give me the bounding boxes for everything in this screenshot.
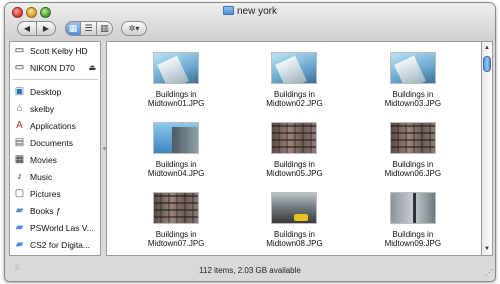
sidebar-item-label: Pictures: [30, 188, 61, 199]
gear-icon: ✲▾: [128, 24, 140, 33]
icon-view-icon: ▦: [68, 23, 78, 33]
file-name: Buildings in Midtown02.JPG: [266, 90, 323, 108]
sidebar-item-label: Scott Kelby HD: [30, 45, 88, 56]
icon-grid: Buildings in Midtown01.JPG Buildings in Mi…: [117, 52, 472, 252]
back-arrow-icon: ◀: [23, 24, 31, 33]
camera-card-icon: ▭: [14, 62, 25, 73]
column-view-icon: ▥: [100, 23, 109, 33]
file-item[interactable]: Buildings in Midtown02.JPG: [235, 52, 353, 112]
sidebar-item-label: Music: [30, 171, 53, 182]
sidebar-item-skelby[interactable]: ⌂ skelby: [10, 100, 100, 117]
file-item[interactable]: Buildings in Midtown07.JPG: [117, 192, 235, 252]
sidebar-item-label: PSWorld Las V...: [30, 222, 94, 233]
file-name: Buildings in Midtown06.JPG: [384, 160, 442, 178]
image-thumbnail: [389, 52, 436, 84]
file-item[interactable]: Buildings in Midtown04.JPG: [117, 122, 235, 182]
sidebar-item-desktop[interactable]: ▣ Desktop: [10, 83, 100, 100]
file-name: Buildings in Midtown01.JPG: [147, 90, 205, 108]
folder-icon: ▰: [15, 239, 24, 250]
sidebar-item-books[interactable]: ▰ Books ƒ: [10, 202, 100, 219]
window-title-text: new york: [236, 6, 277, 17]
scroll-thumb[interactable]: [483, 56, 491, 72]
sidebar-item-scott-kelby-hd[interactable]: ▭ Scott Kelby HD: [10, 42, 100, 59]
action-menu-button[interactable]: ✲▾: [121, 21, 147, 36]
file-name: Buildings in Midtown08.JPG: [266, 230, 323, 248]
hard-drive-icon: ▭: [14, 45, 25, 56]
vertical-scrollbar[interactable]: ▲ ▼: [481, 41, 493, 256]
file-name: Buildings in Midtown03.JPG: [384, 90, 442, 108]
sidebar-item-label: Documents: [30, 137, 73, 148]
view-mode-selector: ▦ ☰ ▥: [65, 21, 113, 36]
back-button[interactable]: ◀: [17, 21, 37, 36]
file-item[interactable]: Buildings in Midtown05.JPG: [235, 122, 353, 182]
forward-arrow-icon: ▶: [42, 24, 50, 33]
folder-icon: [222, 6, 234, 15]
image-thumbnail: [153, 122, 200, 154]
sidebar-item-label: Desktop: [30, 86, 62, 97]
sidebar-item-cs2[interactable]: ▰ CS2 for Digita...: [10, 236, 100, 253]
image-thumbnail: [153, 192, 200, 224]
folder-icon: ▰: [15, 222, 24, 233]
image-thumbnail: [271, 192, 318, 224]
sidebar-item-documents[interactable]: ▤ Documents: [10, 134, 100, 151]
file-item[interactable]: Buildings in Midtown03.JPG: [354, 52, 472, 112]
file-item[interactable]: Buildings in Midtown06.JPG: [354, 122, 472, 182]
status-text: 112 items, 2.03 GB available: [199, 266, 301, 275]
sidebar-item-label: CS2 for Digita...: [30, 239, 90, 250]
sidebar-item-label: NIKON D70: [30, 62, 75, 73]
sidebar-divider: [12, 79, 98, 80]
file-browser: Buildings in Midtown01.JPG Buildings in Mi…: [106, 41, 481, 256]
forward-button[interactable]: ▶: [36, 21, 56, 36]
resize-grip-icon[interactable]: ⋰: [485, 268, 493, 277]
file-item[interactable]: Buildings in Midtown01.JPG: [117, 52, 235, 112]
file-name: Buildings in Midtown09.JPG: [384, 230, 442, 248]
file-item[interactable]: Buildings in Midtown09.JPG: [354, 192, 472, 252]
sidebar: ▭ Scott Kelby HD ▭ NIKON D70 ⏏ ▣ Desktop…: [9, 41, 101, 256]
home-icon: ⌂: [16, 103, 23, 114]
file-name: Buildings in Midtown04.JPG: [147, 160, 205, 178]
sidebar-item-applications[interactable]: A Applications: [10, 117, 100, 134]
icon-view-button[interactable]: ▦: [65, 21, 81, 36]
scroll-down-arrow-icon[interactable]: ▼: [482, 243, 492, 255]
scroll-up-arrow-icon[interactable]: ▲: [482, 42, 492, 54]
sidebar-item-movies[interactable]: ▦ Movies: [10, 151, 100, 168]
file-name: Buildings in Midtown05.JPG: [266, 160, 323, 178]
file-name: Buildings in Midtown07.JPG: [147, 230, 205, 248]
movies-icon: ▦: [14, 154, 25, 165]
window-title: new york: [5, 6, 495, 17]
sidebar-item-label: Applications: [30, 120, 76, 131]
image-thumbnail: [153, 52, 200, 84]
music-icon: ♪: [17, 171, 22, 182]
image-thumbnail: [389, 122, 436, 154]
desktop-icon: ▣: [14, 86, 25, 97]
sidebar-item-label: Movies: [30, 154, 57, 165]
sidebar-item-nikon-d70[interactable]: ▭ NIKON D70 ⏏: [10, 59, 100, 76]
documents-icon: ▤: [14, 137, 25, 148]
sidebar-item-label: Books ƒ: [30, 205, 61, 216]
sidebar-item-music[interactable]: ♪ Music: [10, 168, 100, 185]
image-thumbnail: [271, 122, 318, 154]
list-view-button[interactable]: ☰: [81, 21, 97, 36]
sidebar-item-label: skelby: [30, 103, 55, 114]
title-bar[interactable]: new york ◀ ▶ ▦ ☰ ▥ ✲▾: [5, 3, 495, 41]
file-item[interactable]: Buildings in Midtown08.JPG: [235, 192, 353, 252]
sidebar-item-pictures[interactable]: ▢ Pictures: [10, 185, 100, 202]
applications-icon: A: [16, 120, 23, 131]
image-thumbnail: [389, 192, 436, 224]
list-view-icon: ☰: [84, 23, 93, 33]
folder-icon: ▰: [15, 205, 24, 216]
eject-icon[interactable]: ⏏: [88, 63, 96, 72]
column-view-button[interactable]: ▥: [97, 21, 113, 36]
sidebar-item-psworld[interactable]: ▰ PSWorld Las V...: [10, 219, 100, 236]
pictures-icon: ▢: [14, 188, 25, 199]
image-thumbnail: [271, 52, 318, 84]
finder-window: new york ◀ ▶ ▦ ☰ ▥ ✲▾ ▭ Scott Kelby HD ▭…: [4, 2, 496, 282]
status-bar: 112 items, 2.03 GB available: [5, 260, 495, 281]
